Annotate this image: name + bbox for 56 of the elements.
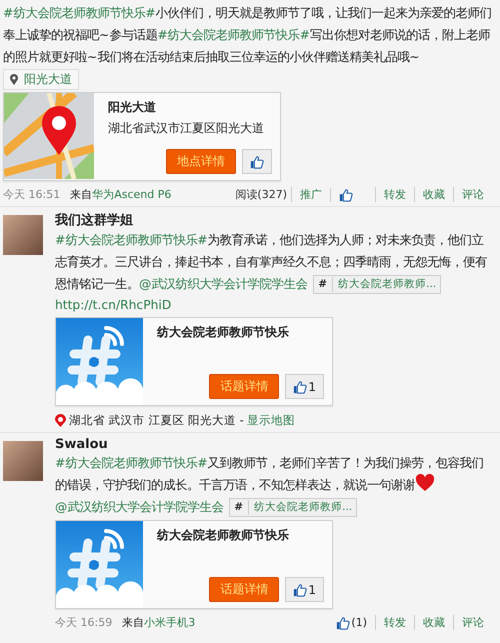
hashtag-link[interactable]: #纺大会院老师教师节快乐#	[3, 6, 156, 20]
source-link[interactable]: 小米手机3	[144, 615, 196, 630]
thumbs-up-icon	[339, 188, 353, 202]
action-link[interactable]: 转发	[375, 187, 414, 202]
read-count: 阅读(327)	[234, 187, 288, 202]
topic-chip[interactable]: # 纺大会院老师教师...	[313, 275, 442, 294]
author-name[interactable]: 我们这群学姐	[55, 211, 133, 229]
card-title[interactable]: 纺大会院老师教师节快乐	[157, 527, 289, 544]
heart-icon	[415, 474, 435, 492]
like-button[interactable]: 1	[285, 374, 324, 399]
short-url-link[interactable]: http://t.cn/RhcPhiD	[55, 295, 172, 315]
details-button[interactable]: 话题详情	[209, 577, 280, 602]
location-pin-icon	[55, 414, 66, 427]
location-tag[interactable]: 阳光大道	[3, 69, 79, 90]
topic-chip[interactable]: # 纺大会院老师教师...	[229, 498, 358, 517]
action-link[interactable]: 推广	[291, 187, 330, 202]
post-time: 今天 16:51	[3, 187, 60, 202]
avatar-photo[interactable]	[3, 441, 43, 481]
thumbs-up-icon	[336, 616, 350, 630]
author-name[interactable]: Swalou	[55, 437, 108, 452]
thumbs-up-icon	[293, 380, 308, 394]
thumbs-up-icon	[293, 582, 308, 596]
topic-chip-label: 纺大会院老师教师...	[338, 277, 436, 292]
like-button[interactable]	[242, 149, 272, 174]
like-button[interactable]: 1	[285, 577, 324, 602]
card-title[interactable]: 纺大会院老师教师节快乐	[157, 324, 289, 341]
hash-sign: #	[318, 277, 334, 292]
action-link[interactable]: 收藏	[414, 187, 453, 202]
thumbs-up-icon	[250, 154, 264, 168]
mention-link[interactable]: @武汉纺织大学会计学院学生会	[55, 500, 224, 514]
location-pin-icon	[10, 74, 18, 85]
hash-sign: #	[234, 500, 250, 515]
mention-link[interactable]: @武汉纺织大学会计学院学生会	[139, 277, 308, 291]
place-address: 湖北省武汉市江夏区阳光大道	[108, 120, 264, 137]
topic-chip-label: 纺大会院老师教师...	[254, 500, 352, 515]
hashtag-link[interactable]: #纺大会院老师教师节快乐#	[55, 233, 208, 247]
source-link[interactable]: 华为Ascend P6	[92, 187, 172, 202]
action-link[interactable]: 评论	[453, 187, 492, 202]
source-label: 来自	[70, 187, 92, 202]
details-button[interactable]: 地点详情	[166, 149, 236, 174]
show-map-link[interactable]: 显示地图	[246, 413, 295, 428]
hashtag-link[interactable]: #纺大会院老师教师节快乐#	[157, 28, 310, 42]
avatar-photo[interactable]	[3, 215, 43, 255]
action-link[interactable]: 收藏	[414, 615, 453, 630]
post-text: #纺大会院老师教师节快乐#小伙伴们，明天就是教师节了哦，让我们一起来为亲爱的老师们奉上诚挚的祝福吧~参与话题#纺大会院老师教师节快乐#写出你想对老师说的话，附上老师的照片就更好啦~我们将在活动结束后抽取三位幸运的小伙伴赠送精美礼品哦~	[3, 5, 492, 66]
post-text: #纺大会院老师教师节快乐#为教育承诺，他们选择为人师；对未来负责，他们立志育英才。三尺讲台，捧起书本，自有掌声经久不息；四季晴雨，无怨无悔，便有恩情铭记一生。@武汉纺织大学会计学院学生会 # 纺大会院老师教师...	[55, 229, 492, 295]
post-time: 今天 16:59	[55, 615, 112, 630]
action-link[interactable]: 转发	[375, 615, 414, 630]
hashtag-link[interactable]: #纺大会院老师教师节快乐#	[55, 456, 208, 470]
like-link[interactable]: (1)	[328, 616, 375, 630]
card-title[interactable]: 阳光大道	[108, 99, 156, 116]
post-text: #纺大会院老师教师节快乐#又到教师节，老师们辛苦了！为我们操劳，包容我们的错误，守护我们的成长。千言万语，不知怎样表达，就说一句谢谢 @武汉纺织大学会计学院学生会 # 纺大会院老师教师...	[55, 452, 492, 518]
action-link[interactable]: 评论	[453, 615, 492, 630]
location-text: 湖北省 武汉市 江夏区 阳光大道 -	[69, 413, 244, 428]
details-button[interactable]: 话题详情	[209, 374, 280, 399]
source-label: 来自	[122, 615, 144, 630]
